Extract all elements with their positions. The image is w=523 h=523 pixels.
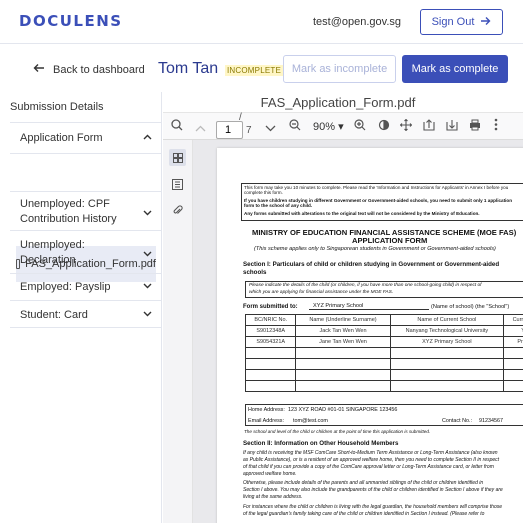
arrow-left-icon (33, 63, 45, 76)
submission-sidebar: Submission Details Application Form FAS_… (0, 92, 162, 523)
page-total: 7 (246, 125, 252, 136)
chevron-down-icon[interactable] (143, 208, 152, 218)
pdf-section-heading: Section II: Information on Other Househo… (243, 440, 399, 447)
school-field: XYZ Primary School (309, 303, 429, 310)
section-application-form[interactable]: Application Form (10, 123, 162, 154)
status-badge: INCOMPLETE (225, 65, 284, 76)
pdf-note: Any forms submitted with alterations to … (244, 211, 480, 216)
table-cell: Primary 5 (503, 336, 523, 348)
section-label: Student: Card (20, 309, 88, 321)
section-student-card[interactable]: Student: Card (10, 301, 162, 328)
pdf-footnote: The school and level of the child or chi… (244, 429, 431, 434)
back-label: Back to dashboard (53, 63, 145, 76)
section-label: Application Form (20, 132, 103, 144)
zoom-in-icon[interactable] (354, 119, 366, 134)
pdf-section-heading: Section I: Particulars of child or child… (243, 261, 500, 268)
table-header: BC/NRIC No. (244, 314, 297, 326)
pdf-paragraph: as Public Assistance), or is a resident … (243, 457, 500, 463)
home-address-label: Home Address: (248, 407, 285, 413)
attachment-icon[interactable] (172, 203, 183, 221)
pdf-paragraph: For instances where the child or childre… (243, 504, 503, 510)
pdf-paragraph: of the legal guardian's family taking ca… (243, 511, 485, 517)
form-submitted-label: Form submitted to: (243, 304, 298, 310)
doculens-logo[interactable]: DOCULENS (19, 12, 123, 30)
app-header: DOCULENS test@open.gov.sg Sign Out (0, 0, 523, 44)
chevron-down-icon[interactable] (143, 309, 152, 319)
table-header: Name of Current School (389, 314, 505, 326)
section-cpf-contribution[interactable]: Unemployed: CPF Contribution History (10, 191, 162, 231)
section-label: Unemployed: Declaration (20, 239, 85, 266)
contact-value: 91234567 (479, 418, 503, 424)
submission-toolbar: Back to dashboard Tom Tan INCOMPLETE Mar… (0, 45, 523, 92)
pdf-note: This form may take you 10 minutes to com… (244, 185, 509, 190)
pdf-paragraph: of that child if you can provide a copy … (243, 464, 494, 470)
table-cell: Year 1 (503, 325, 523, 337)
chevron-down-icon[interactable] (143, 249, 152, 259)
pdf-paragraph: approved welfare home. (243, 471, 297, 477)
pdf-note: complete this form. (244, 190, 283, 195)
table-cell: Jack Tan Wen Wen (295, 325, 391, 337)
pdf-section-heading: schools (243, 269, 267, 276)
section-label: Unemployed: CPF Contribution History (20, 198, 117, 225)
home-address-value: 123 XYZ ROAD #01-01 SINGAPORE 123456 (288, 407, 398, 413)
pdf-paragraph: If any child is receiving the MSF ComCar… (243, 450, 498, 456)
chevron-up-icon[interactable] (143, 132, 152, 142)
pan-icon[interactable] (399, 118, 413, 134)
sign-out-button[interactable]: Sign Out (420, 9, 503, 35)
children-table: BC/NRIC No. Name (Underline Surname) Nam… (244, 314, 523, 392)
search-icon[interactable] (171, 119, 183, 134)
zoom-out-icon[interactable] (289, 119, 301, 134)
previous-page-icon[interactable] (195, 121, 206, 135)
pdf-page: This form may take you 10 minutes to com… (217, 148, 523, 523)
sign-out-label: Sign Out (431, 16, 475, 28)
more-options-icon[interactable] (494, 118, 498, 134)
chevron-down-icon[interactable] (143, 281, 152, 291)
pdf-canvas[interactable]: This form may take you 10 minutes to com… (193, 140, 523, 523)
pdf-subtitle: (This scheme applies only to Singaporean… (254, 246, 496, 252)
sidebar-title: Submission Details (10, 101, 104, 113)
email-label: Email Address: (248, 418, 284, 424)
table-cell: XYZ Primary School (389, 336, 505, 348)
table-cell: S9054321A (244, 336, 297, 348)
table-cell: S9012348A (244, 325, 297, 337)
back-to-dashboard-link[interactable]: Back to dashboard (33, 63, 145, 76)
next-page-icon[interactable] (265, 121, 276, 135)
section-employed-payslip[interactable]: Employed: Payslip (10, 274, 162, 301)
pdf-viewer: FAS_Application_Form.pdf / 7 90% ▾ This … (163, 92, 523, 523)
outline-icon[interactable] (172, 177, 183, 195)
pdf-paragraph: living at the same address. (243, 494, 303, 500)
pdf-filename: FAS_Application_Form.pdf (260, 95, 416, 110)
pdf-title: APPLICATION FORM (352, 236, 428, 245)
section-unemployed-declaration[interactable]: Unemployed: Declaration (10, 231, 162, 274)
contact-label: Contact No.: (442, 418, 472, 424)
mark-complete-button[interactable]: Mark as complete (402, 55, 508, 83)
arrow-right-icon (480, 16, 491, 29)
table-header: Name (Underline Surname) (295, 314, 391, 326)
zoom-value: 90% (313, 121, 336, 133)
zoom-select[interactable]: 90% ▾ (313, 120, 344, 133)
pdf-paragraph: Section I above. You may also include th… (243, 487, 503, 493)
section-label: Employed: Payslip (20, 281, 111, 293)
applicant-name: Tom Tan (158, 60, 219, 77)
pdf-note: form to the school of any child. (244, 203, 313, 208)
page-number-input[interactable] (216, 121, 243, 139)
rotate-icon[interactable] (378, 119, 390, 134)
upload-icon[interactable] (423, 119, 435, 134)
table-cell: Jane Tan Wen Wen (295, 336, 391, 348)
pdf-instruction: Please indicate the details of the child… (249, 283, 482, 288)
thumbnails-icon[interactable] (169, 149, 186, 166)
pdf-instruction: which you are applying for financial ass… (249, 290, 394, 295)
download-icon[interactable] (446, 119, 458, 134)
email-value: tom@test.com (293, 418, 328, 424)
school-suffix: (Name of school) (the "School") (431, 304, 510, 310)
table-cell: Nanyang Technological University (389, 325, 505, 337)
print-icon[interactable] (469, 119, 481, 134)
mark-incomplete-button[interactable]: Mark as incomplete (283, 55, 396, 83)
user-email: test@open.gov.sg (313, 16, 402, 28)
pdf-paragraph: Otherwise, please include details of the… (243, 480, 484, 486)
table-header: Current Level (503, 314, 523, 326)
pdf-side-panel (163, 140, 193, 523)
